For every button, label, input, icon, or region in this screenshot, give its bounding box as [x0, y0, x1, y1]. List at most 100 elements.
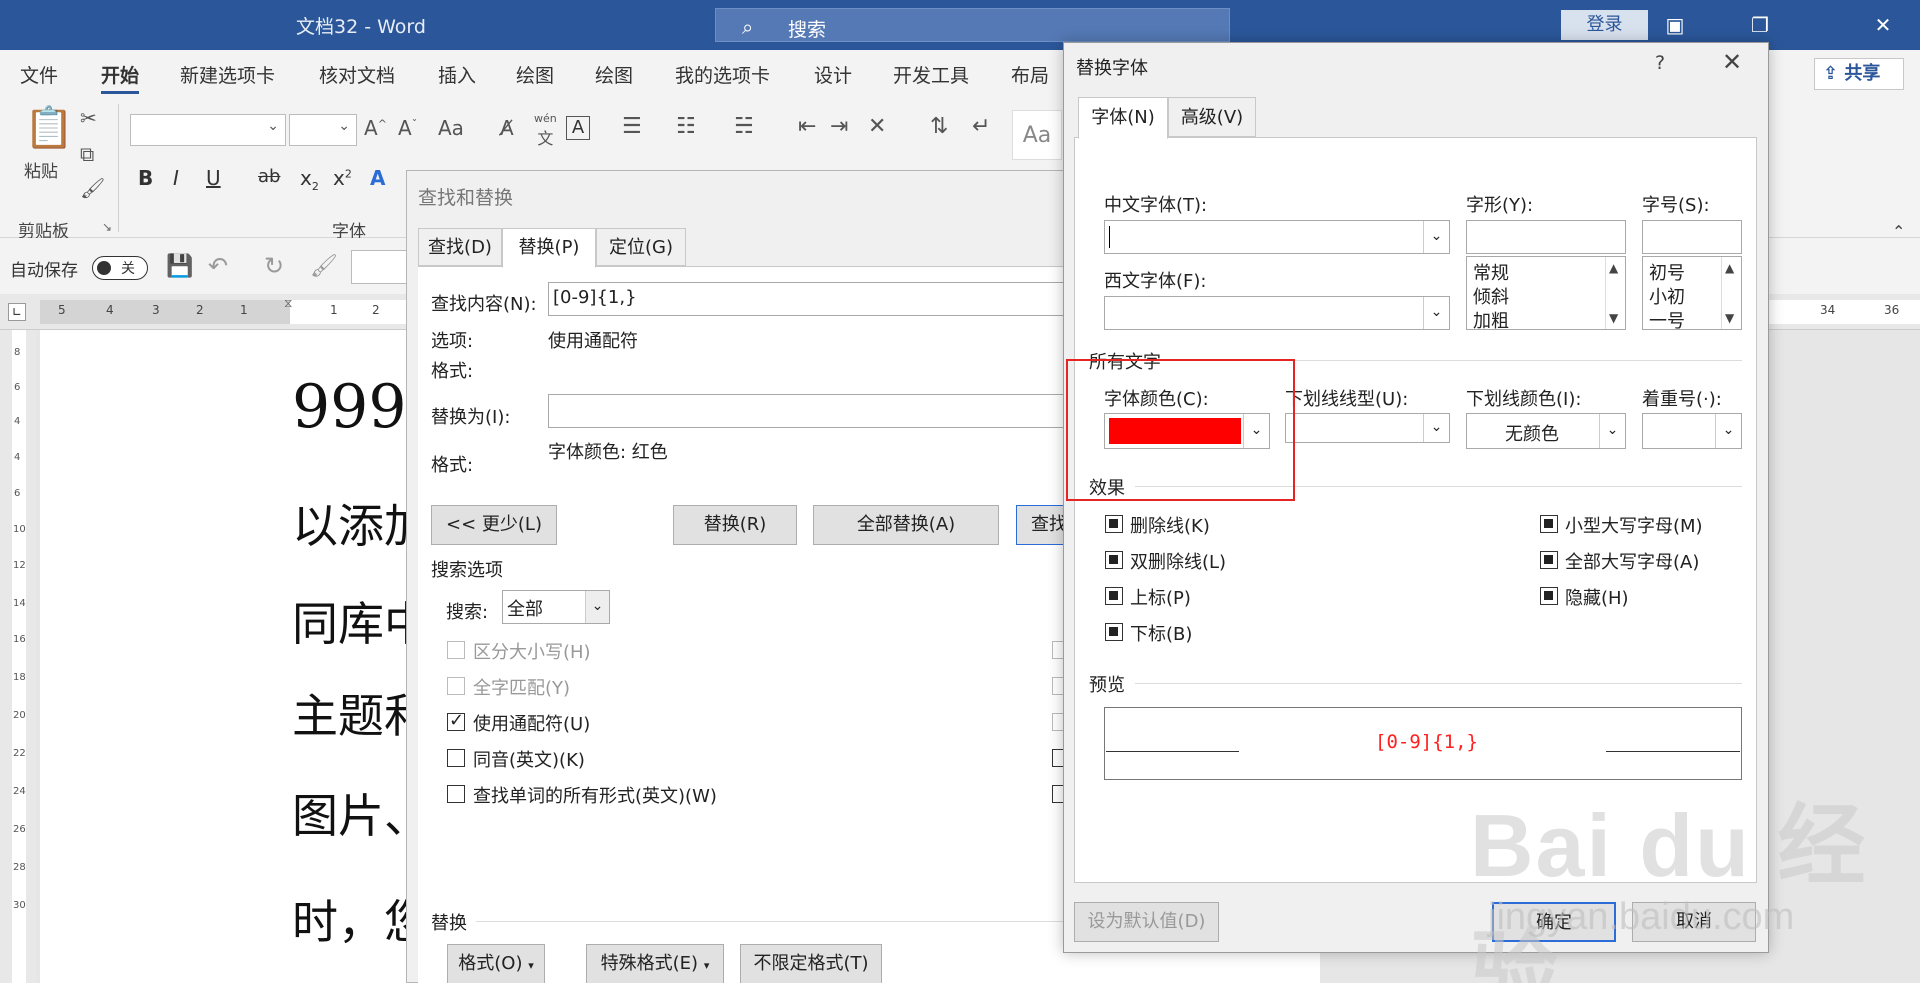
size-list[interactable]: 初号 小初 一号 ▲ ▼: [1642, 256, 1742, 332]
scroll-up-icon[interactable]: ▲: [1725, 261, 1734, 275]
dialog-launcher-icon[interactable]: ↘: [102, 220, 112, 234]
shrink-font-icon[interactable]: Aˇ: [398, 116, 417, 140]
autosave-toggle[interactable]: 关: [92, 256, 148, 280]
tab-replace[interactable]: 替换(P): [502, 228, 596, 268]
all-caps-checkbox[interactable]: [1540, 551, 1558, 569]
underline-type-combo[interactable]: ⌄: [1285, 413, 1450, 443]
save-icon[interactable]: 💾: [166, 254, 193, 279]
subscript-icon[interactable]: x2: [300, 166, 319, 193]
scrollbar[interactable]: ▲ ▼: [1605, 257, 1625, 329]
tab-design[interactable]: 设计: [814, 61, 852, 88]
scroll-up-icon[interactable]: ▲: [1609, 261, 1618, 275]
find-what-input[interactable]: [0-9]{1,}: [548, 282, 1068, 316]
tab-layout[interactable]: 布局: [1011, 61, 1049, 88]
increase-indent-icon[interactable]: ⇥: [830, 114, 848, 139]
size-input[interactable]: [1642, 220, 1742, 254]
bullets-icon[interactable]: ☰: [622, 114, 642, 139]
help-icon[interactable]: ?: [1655, 52, 1665, 74]
style-input[interactable]: [1466, 220, 1626, 254]
decrease-indent-icon[interactable]: ⇤: [798, 114, 816, 139]
share-button[interactable]: ⇪ 共享: [1814, 58, 1904, 90]
tab-font[interactable]: 字体(N): [1078, 97, 1168, 139]
close-icon[interactable]: ✕: [1722, 48, 1742, 76]
sounds-like-checkbox[interactable]: [447, 749, 465, 767]
format-dropdown-button[interactable]: 格式(O) ▾: [447, 944, 545, 983]
tab-draw-1[interactable]: 绘图: [516, 61, 554, 88]
replace-all-button[interactable]: 全部替换(A): [813, 505, 999, 545]
underline-icon[interactable]: U: [206, 166, 221, 190]
underline-color-combo[interactable]: 无颜色 ⌄: [1466, 413, 1626, 449]
undo-icon[interactable]: ↶: [208, 252, 228, 280]
set-default-button[interactable]: 设为默认值(D): [1074, 902, 1219, 942]
style-list[interactable]: 常规 倾斜 加粗 ▲ ▼: [1466, 256, 1626, 333]
paste-label[interactable]: 粘贴: [24, 157, 58, 182]
special-dropdown-button[interactable]: 特殊格式(E) ▾: [586, 944, 724, 983]
restore-icon[interactable]: ❐: [1735, 8, 1785, 42]
login-button[interactable]: 登录: [1561, 10, 1648, 40]
list-item[interactable]: 常规: [1473, 259, 1509, 285]
scrollbar[interactable]: ▲ ▼: [1721, 257, 1741, 329]
brush-icon[interactable]: 🖌: [310, 254, 338, 279]
tab-developer[interactable]: 开发工具: [893, 61, 969, 88]
change-case-icon[interactable]: Aa: [438, 116, 464, 140]
italic-icon[interactable]: I: [173, 166, 179, 190]
multilevel-list-icon[interactable]: ☵: [734, 114, 754, 139]
close-window-icon[interactable]: ✕: [1858, 8, 1908, 42]
format-painter-icon[interactable]: 🖌: [80, 176, 105, 200]
list-item[interactable]: 初号: [1649, 259, 1685, 285]
subscript-checkbox[interactable]: [1105, 623, 1123, 641]
cut-icon[interactable]: ✂: [80, 106, 97, 130]
show-marks-icon[interactable]: ↵: [972, 114, 990, 139]
list-item[interactable]: 小初: [1649, 283, 1685, 309]
char-border-icon[interactable]: A: [566, 116, 590, 140]
redo-icon[interactable]: ↻: [264, 252, 284, 280]
list-item[interactable]: 倾斜: [1473, 283, 1509, 309]
hidden-checkbox[interactable]: [1540, 587, 1558, 605]
superscript-icon[interactable]: x2: [333, 166, 352, 190]
all-forms-checkbox[interactable]: [447, 785, 465, 803]
tab-find[interactable]: 查找(D): [418, 228, 502, 266]
font-size-combo[interactable]: ⌄: [289, 114, 357, 146]
font-name-combo[interactable]: ⌄: [130, 114, 286, 146]
scroll-down-icon[interactable]: ▼: [1609, 311, 1618, 325]
replace-with-input[interactable]: [548, 394, 1068, 428]
phonetic-guide-icon[interactable]: wén 文: [534, 112, 557, 149]
grow-font-icon[interactable]: A^: [364, 116, 387, 140]
match-case-checkbox[interactable]: [447, 641, 465, 659]
less-button[interactable]: << 更少(L): [431, 505, 557, 545]
sort-icon[interactable]: ⇅: [930, 114, 948, 139]
bold-icon[interactable]: B: [138, 166, 153, 190]
tab-insert[interactable]: 插入: [438, 61, 476, 88]
search-input[interactable]: ⌕ 搜索: [715, 8, 1230, 42]
wildcards-checkbox[interactable]: ✓: [447, 710, 465, 731]
sort-shape-icon[interactable]: ✕: [868, 114, 886, 139]
superscript-checkbox[interactable]: [1105, 587, 1123, 605]
copy-icon[interactable]: ⧉: [80, 142, 94, 166]
style-gallery[interactable]: Aa: [1012, 110, 1062, 160]
paste-icon[interactable]: 📋: [24, 104, 74, 151]
small-caps-checkbox[interactable]: [1540, 515, 1558, 533]
text-effects-icon[interactable]: A: [370, 166, 385, 190]
tab-file[interactable]: 文件: [20, 61, 58, 88]
west-font-combo[interactable]: ⌄: [1104, 296, 1450, 330]
replace-button[interactable]: 替换(R): [673, 505, 797, 545]
clear-format-icon[interactable]: A̸: [500, 116, 514, 140]
search-direction-select[interactable]: 全部 ⌄: [502, 590, 610, 624]
strikethrough-icon[interactable]: ab: [258, 166, 280, 187]
tab-advanced[interactable]: 高级(V): [1168, 97, 1256, 137]
tab-home[interactable]: 开始: [101, 61, 140, 94]
qat-input[interactable]: [351, 250, 407, 284]
numbering-icon[interactable]: ☷: [676, 114, 696, 139]
no-formatting-button[interactable]: 不限定格式(T): [740, 944, 882, 983]
strikethrough-checkbox[interactable]: [1105, 515, 1123, 533]
tab-selector-icon[interactable]: ∟: [8, 303, 26, 321]
tab-review-doc[interactable]: 核对文档: [319, 61, 395, 88]
ribbon-display-icon[interactable]: ▣: [1650, 8, 1700, 42]
emphasis-combo[interactable]: ⌄: [1642, 413, 1742, 449]
indent-marker-icon[interactable]: ⧖: [284, 296, 292, 311]
list-item[interactable]: 加粗: [1473, 307, 1509, 333]
tab-my[interactable]: 我的选项卡: [675, 61, 770, 88]
whole-word-checkbox[interactable]: [447, 677, 465, 695]
cn-font-combo[interactable]: ⌄: [1104, 220, 1450, 254]
tab-new[interactable]: 新建选项卡: [180, 61, 275, 88]
